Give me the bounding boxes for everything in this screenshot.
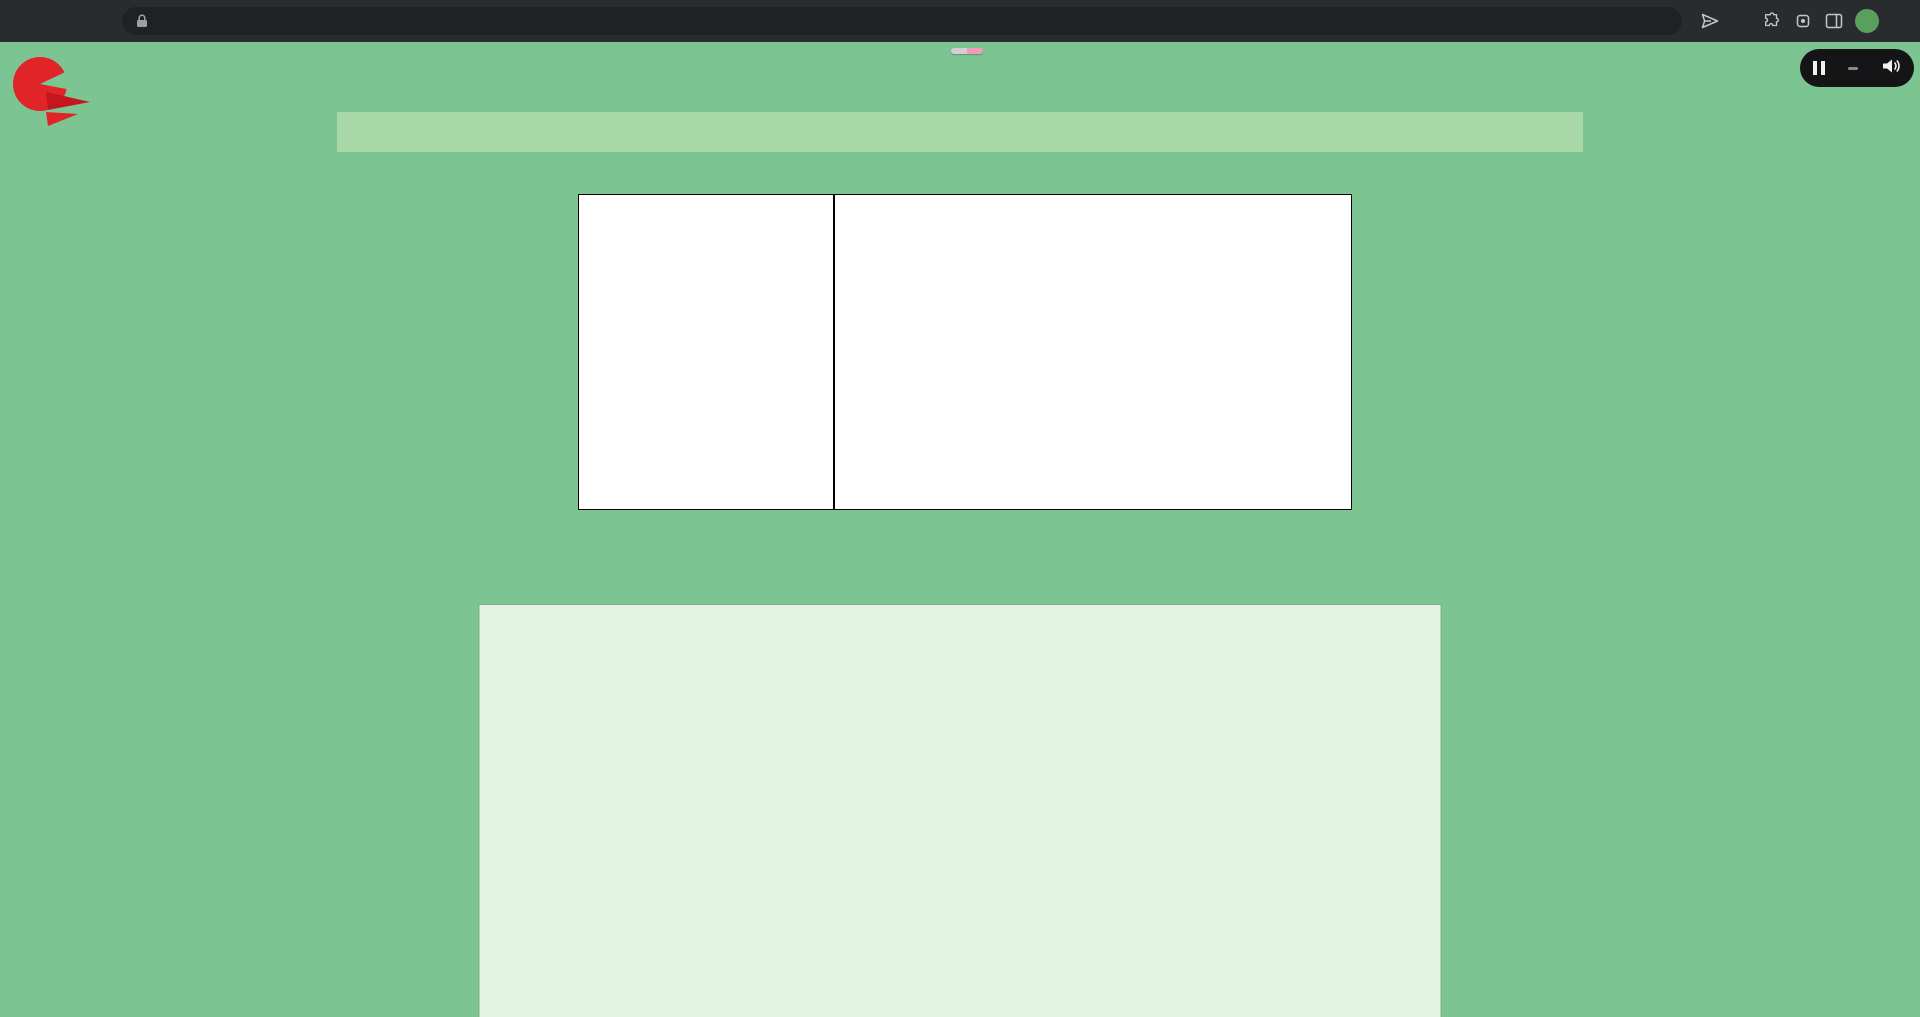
birdnetpi-page — [0, 42, 1920, 1017]
audio-volume-icon[interactable] — [1881, 57, 1901, 80]
audio-pause-button[interactable] — [1813, 61, 1825, 75]
url-bar[interactable] — [122, 7, 1682, 35]
bookmark-star-icon[interactable] — [1731, 11, 1751, 31]
hourly-heatmap — [834, 194, 1352, 510]
pinned-extension-icon[interactable] — [1793, 11, 1813, 31]
browser-chrome — [0, 0, 1920, 42]
detection-card — [479, 604, 1442, 1017]
top10-chart — [466, 194, 1352, 552]
profile-avatar[interactable] — [1855, 9, 1879, 33]
toolbar-icons — [1700, 9, 1910, 33]
bar-xaxis-label — [578, 532, 834, 552]
spectrogram-image — [491, 619, 1430, 1017]
birdnetpi-logo — [8, 52, 98, 137]
version-label — [951, 48, 967, 54]
heatmap-xaxis-label — [834, 532, 1352, 552]
lock-icon — [136, 14, 148, 28]
extensions-puzzle-icon[interactable] — [1762, 11, 1782, 31]
heatmap-xaxis-ticks — [834, 510, 1352, 532]
detections-bar-chart — [578, 194, 834, 510]
side-panel-icon[interactable] — [1824, 11, 1844, 31]
audio-time-dash — [1848, 67, 1858, 70]
send-icon[interactable] — [1700, 11, 1720, 31]
browser-menu-icon[interactable] — [1890, 11, 1910, 31]
nav-menu — [337, 112, 1583, 152]
audio-player — [1800, 49, 1914, 87]
bar-xaxis-ticks — [578, 510, 834, 532]
back-button[interactable] — [10, 5, 41, 37]
chart-species-labels — [466, 194, 578, 510]
version-value — [967, 48, 983, 54]
forward-button[interactable] — [45, 5, 76, 37]
version-badge — [951, 48, 983, 54]
reload-button[interactable] — [79, 5, 110, 37]
